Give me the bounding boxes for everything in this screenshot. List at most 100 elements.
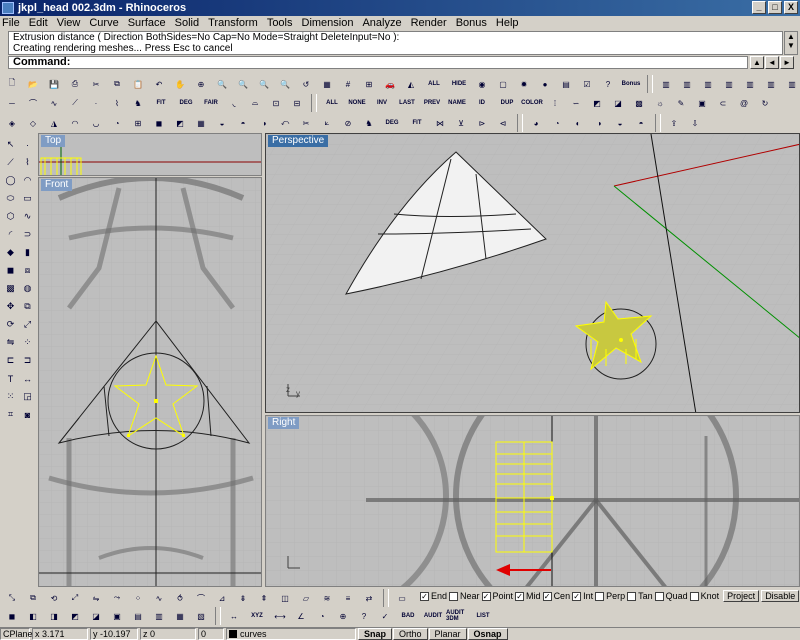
merge-icon[interactable]: ⊻ [451, 113, 471, 133]
rectangle-tool-icon[interactable]: ▭ [19, 190, 36, 207]
viewport-right-label[interactable]: Right [268, 417, 300, 429]
menu-render[interactable]: Render [411, 17, 447, 29]
untrim-icon[interactable]: ⊘ [338, 113, 358, 133]
point-icon[interactable]: · [86, 93, 106, 113]
rotate-tool-icon[interactable]: ⟳ [2, 316, 19, 333]
match-icon[interactable]: ⋈ [430, 113, 450, 133]
undo-icon[interactable]: ↶ [149, 74, 169, 94]
export-icon[interactable]: ⇪ [664, 113, 684, 133]
osnap-int-checkbox[interactable]: ✓ [572, 591, 582, 601]
split-icon[interactable]: ⟀ [317, 113, 337, 133]
bt-solid3-icon[interactable]: ◨ [44, 606, 64, 626]
menu-bonus[interactable]: Bonus [456, 17, 487, 29]
solid-tool-icon[interactable]: ◼ [2, 262, 19, 279]
osnap-tan[interactable]: Tan [627, 591, 653, 601]
minimize-button[interactable]: _ [752, 1, 766, 14]
deg-button[interactable]: DEG [174, 93, 198, 113]
patch-icon[interactable]: ◩ [170, 113, 190, 133]
osnap-perp[interactable]: Perp [595, 591, 625, 601]
lights-icon[interactable]: ☼ [650, 93, 670, 113]
group-tool-icon[interactable]: ⁙ [2, 388, 19, 405]
render-icon[interactable]: ✹ [514, 74, 534, 94]
select-none-button[interactable]: NONE [345, 93, 369, 113]
command-input[interactable]: Command: [8, 56, 748, 69]
zoom-selected-icon[interactable]: 🔍 [275, 74, 295, 94]
spiral-icon[interactable]: @ [734, 93, 754, 113]
menu-surface[interactable]: Surface [128, 17, 166, 29]
render-tool-icon[interactable]: ◙ [19, 406, 36, 423]
select-all2-button[interactable]: ALL [320, 93, 344, 113]
extrude-icon[interactable]: ◮ [44, 113, 64, 133]
extend-icon[interactable]: ⊳ [472, 113, 492, 133]
panel4-icon[interactable]: ▥ [719, 74, 739, 94]
viewport-top[interactable]: Top [38, 133, 262, 176]
mirror-tool-icon[interactable]: ⇋ [2, 334, 19, 351]
analysis2-icon[interactable]: ◔ [547, 113, 567, 133]
deg2-button[interactable]: DEG [380, 113, 404, 133]
osnap-cen-checkbox[interactable]: ✓ [542, 591, 552, 601]
osnap-quad-checkbox[interactable] [654, 591, 664, 601]
curves-icon[interactable]: ∽ [566, 93, 586, 113]
osnap-perp-checkbox[interactable] [595, 591, 605, 601]
extrude-tool-icon[interactable]: ▮ [19, 244, 36, 261]
rhino-app-icon[interactable] [2, 2, 14, 14]
bt-rad-icon[interactable]: ◔ [312, 606, 332, 626]
osnap-mid[interactable]: ✓ Mid [515, 591, 541, 601]
panel-icon[interactable]: ▥ [656, 74, 676, 94]
analysis3-icon[interactable]: ◐ [568, 113, 588, 133]
bt-check-icon[interactable]: ✓ [375, 606, 395, 626]
sweep-icon[interactable]: ◔ [107, 113, 127, 133]
panel5-icon[interactable]: ▥ [740, 74, 760, 94]
fillet-icon[interactable]: ◓ [233, 113, 253, 133]
revolve-icon[interactable]: ◡ [86, 113, 106, 133]
viewport-perspective[interactable]: Perspective z y [265, 133, 800, 413]
open-file-icon[interactable]: 📂 [23, 74, 43, 94]
osnap-project-button[interactable]: Project [723, 590, 760, 602]
explode-tool-icon[interactable]: ⊐ [19, 352, 36, 369]
arc-tool-icon[interactable]: ◠ [19, 172, 36, 189]
arc-icon[interactable]: ⌒ [23, 93, 43, 113]
osnap-disable-button[interactable]: Disable [761, 590, 800, 602]
select-all-button[interactable]: ALL [422, 74, 446, 94]
analysis4-icon[interactable]: ◑ [589, 113, 609, 133]
polyline-tool-icon[interactable]: ⌇ [19, 154, 36, 171]
menu-analyze[interactable]: Analyze [362, 17, 401, 29]
fit2-button[interactable]: FIT [405, 113, 429, 133]
help-icon[interactable]: ? [598, 74, 618, 94]
bt-area-icon[interactable]: ⊕ [333, 606, 353, 626]
sphere-icon[interactable]: ● [535, 74, 555, 94]
mesh-icon[interactable]: ▩ [629, 93, 649, 113]
cplane-icon[interactable]: ⊞ [359, 74, 379, 94]
osnap-end-checkbox[interactable]: ✓ [420, 591, 429, 601]
panel7-icon[interactable]: ▥ [782, 74, 800, 94]
rebuild-icon[interactable]: ◟ [224, 93, 244, 113]
analysis1-icon[interactable]: ◕ [526, 113, 546, 133]
osnap-mid-checkbox[interactable]: ✓ [515, 591, 525, 601]
list-button[interactable]: LIST [471, 606, 495, 626]
zoom-extents-icon[interactable]: 🔍 [254, 74, 274, 94]
hide-button[interactable]: HIDE [447, 74, 471, 94]
dup-button[interactable]: DUP [495, 93, 519, 113]
fillet-curve-icon[interactable]: ◜ [2, 226, 19, 243]
panel3-icon[interactable]: ▥ [698, 74, 718, 94]
network-icon[interactable]: ⊞ [128, 113, 148, 133]
rotate-view-icon[interactable]: ⊕ [191, 74, 211, 94]
menu-edit[interactable]: Edit [29, 17, 48, 29]
osnap-knot-checkbox[interactable] [689, 591, 699, 601]
zoom-window-icon[interactable]: 🔍 [233, 74, 253, 94]
fit-button[interactable]: FIT [149, 93, 173, 113]
blocks-icon[interactable]: ▣ [692, 93, 712, 113]
grid-surf-icon[interactable]: ▦ [191, 113, 211, 133]
freeform-tool-icon[interactable]: ∿ [19, 208, 36, 225]
array-tool-icon[interactable]: ⁘ [19, 334, 36, 351]
blend-icon[interactable]: ⌓ [245, 93, 265, 113]
save-icon[interactable]: 💾 [44, 74, 64, 94]
bt-ang-icon[interactable]: ∠ [291, 606, 311, 626]
figure2-icon[interactable]: ♞ [359, 113, 379, 133]
menu-transform[interactable]: Transform [208, 17, 258, 29]
viewport-top-label[interactable]: Top [41, 135, 66, 147]
polyline-icon[interactable]: ⟋ [65, 93, 85, 113]
offset-srf-icon[interactable]: ◑ [254, 113, 274, 133]
color-wheel-icon[interactable]: ◉ [472, 74, 492, 94]
undo-view-icon[interactable]: ↺ [296, 74, 316, 94]
